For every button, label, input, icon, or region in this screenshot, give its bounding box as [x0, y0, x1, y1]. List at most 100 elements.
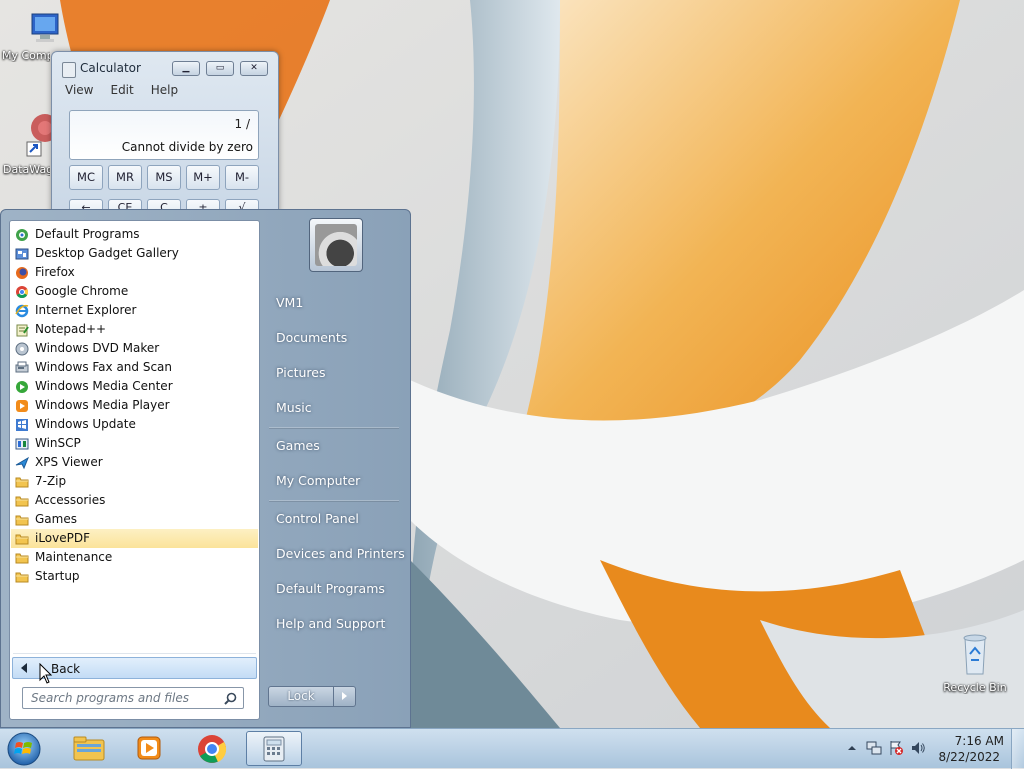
display-expression: 1 / — [234, 117, 251, 131]
start-button[interactable] — [4, 730, 44, 767]
taskbar-chrome-button[interactable] — [184, 731, 240, 766]
link-devices-printers[interactable]: Devices and Printers — [276, 546, 405, 561]
start-right-pane: VM1 Documents Pictures Music Games My Co… — [261, 210, 411, 729]
link-games[interactable]: Games — [276, 438, 320, 453]
recycle-bin-icon — [963, 634, 987, 675]
program-item[interactable]: Games — [11, 510, 258, 529]
calculator-window[interactable]: Calculator ▁ ▭ ✕ View Edit Help 1 / Cannot… — [51, 51, 279, 223]
show-desktop-button[interactable] — [1011, 729, 1024, 769]
link-my-computer[interactable]: My Computer — [276, 473, 360, 488]
program-item[interactable]: Accessories — [11, 491, 258, 510]
program-item[interactable]: Windows Media Player — [11, 396, 258, 415]
dvd-icon — [15, 342, 29, 356]
program-item[interactable]: Firefox — [11, 263, 258, 282]
program-label: XPS Viewer — [35, 455, 103, 469]
folder-icon — [15, 475, 29, 489]
folder-icon — [15, 532, 29, 546]
folder-icon — [15, 570, 29, 584]
program-item[interactable]: Default Programs — [11, 225, 258, 244]
link-music[interactable]: Music — [276, 400, 312, 415]
update-icon — [15, 418, 29, 432]
link-control-panel[interactable]: Control Panel — [276, 511, 359, 526]
desktop-icon-recycle-bin[interactable]: Recycle Bin — [940, 630, 1010, 694]
chrome-icon — [15, 285, 29, 299]
fax-icon — [15, 361, 29, 375]
program-item[interactable]: 7-Zip — [11, 472, 258, 491]
media-player-icon — [15, 399, 29, 413]
taskbar-explorer-button[interactable] — [61, 731, 117, 766]
search-placeholder: Search programs and files — [31, 691, 189, 705]
user-avatar[interactable] — [309, 218, 363, 272]
program-item[interactable]: Windows Update — [11, 415, 258, 434]
program-item[interactable]: Windows DVD Maker — [11, 339, 258, 358]
network-icon[interactable] — [866, 740, 882, 756]
show-hidden-icons-icon[interactable] — [846, 742, 858, 754]
gadget-icon — [15, 247, 29, 261]
taskbar-media-player-button[interactable] — [121, 731, 177, 766]
clock-date[interactable]: 8/22/2022 — [938, 750, 1000, 764]
programs-pane: Default Programs Desktop Gadget Gallery Fi… — [9, 220, 260, 720]
program-label: Internet Explorer — [35, 303, 137, 317]
winscp-icon — [15, 437, 29, 451]
chrome-icon — [198, 735, 227, 763]
program-item[interactable]: Notepad++ — [11, 320, 258, 339]
search-icon[interactable] — [224, 692, 237, 705]
program-item[interactable]: Maintenance — [11, 548, 258, 567]
program-label: iLovePDF — [35, 531, 91, 545]
taskbar: 7:16 AM 8/22/2022 — [0, 728, 1024, 769]
minimize-button[interactable]: ▁ — [172, 61, 200, 76]
link-default-programs[interactable]: Default Programs — [276, 581, 385, 596]
action-center-icon[interactable] — [888, 740, 904, 756]
media-center-icon — [15, 380, 29, 394]
link-pictures[interactable]: Pictures — [276, 365, 326, 380]
lock-button[interactable]: Lock — [268, 686, 334, 707]
program-item[interactable]: XPS Viewer — [11, 453, 258, 472]
divider — [269, 500, 399, 501]
start-menu: Default Programs Desktop Gadget Gallery Fi… — [0, 209, 411, 728]
mc-button[interactable]: MC — [69, 165, 103, 190]
program-item[interactable]: WinSCP — [11, 434, 258, 453]
shutdown-options-arrow[interactable] — [334, 686, 356, 707]
m-minus-button[interactable]: M- — [225, 165, 259, 190]
program-label: Startup — [35, 569, 80, 583]
program-item[interactable]: Google Chrome — [11, 282, 258, 301]
taskbar-calculator-button[interactable] — [246, 731, 302, 766]
windows-explorer-icon — [73, 736, 105, 761]
program-label: WinSCP — [35, 436, 81, 450]
close-button[interactable]: ✕ — [240, 61, 268, 76]
program-item[interactable]: Windows Media Center — [11, 377, 258, 396]
volume-icon[interactable] — [910, 740, 926, 756]
avatar-image — [315, 224, 357, 266]
link-help-support[interactable]: Help and Support — [276, 616, 385, 631]
program-label: Desktop Gadget Gallery — [35, 246, 179, 260]
program-item[interactable]: Windows Fax and Scan — [11, 358, 258, 377]
program-label: Windows Update — [35, 417, 136, 431]
program-item[interactable]: Internet Explorer — [11, 301, 258, 320]
search-input[interactable]: Search programs and files — [22, 687, 244, 709]
program-label: Firefox — [35, 265, 75, 279]
link-vm1[interactable]: VM1 — [276, 295, 303, 310]
program-label: Maintenance — [35, 550, 113, 564]
ms-button[interactable]: MS — [147, 165, 181, 190]
program-item[interactable]: iLovePDF — [11, 529, 258, 548]
system-tray: 7:16 AM 8/22/2022 — [844, 729, 1024, 769]
menu-help[interactable]: Help — [142, 82, 186, 97]
maximize-button[interactable]: ▭ — [206, 61, 234, 76]
link-documents[interactable]: Documents — [276, 330, 347, 345]
firefox-icon — [15, 266, 29, 280]
clock-time[interactable]: 7:16 AM — [955, 734, 1004, 748]
calculator-menubar: View Edit Help — [56, 82, 274, 100]
menu-edit[interactable]: Edit — [101, 82, 141, 97]
mr-button[interactable]: MR — [108, 165, 142, 190]
program-label: Games — [35, 512, 77, 526]
menu-view[interactable]: View — [56, 82, 101, 97]
calculator-icon — [263, 736, 285, 762]
ie-icon — [15, 304, 29, 318]
desktop-icon-label: My Computer — [2, 49, 50, 62]
default-programs-icon — [15, 228, 29, 242]
m-plus-button[interactable]: M+ — [186, 165, 220, 190]
desktop-icon-label: DataWagon — [3, 163, 50, 176]
program-item[interactable]: Startup — [11, 567, 258, 586]
program-item[interactable]: Desktop Gadget Gallery — [11, 244, 258, 263]
program-label: Accessories — [35, 493, 106, 507]
